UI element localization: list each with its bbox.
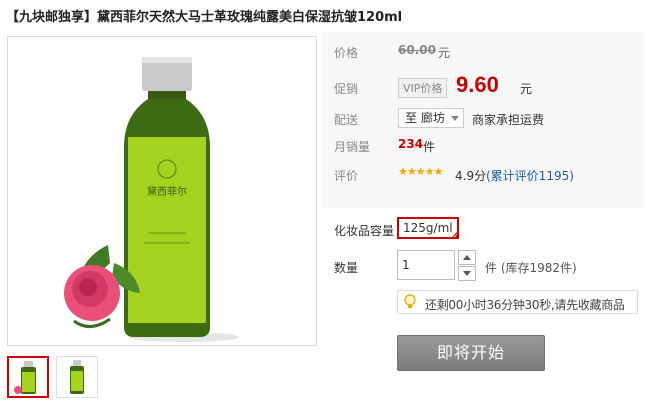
rating-stars-icon: ★★★★★	[398, 165, 443, 178]
product-title: 【九块邮独享】黛西菲尔天然大马士革玫瑰纯露美白保湿抗皱120ml	[6, 10, 403, 25]
rating-score: 4.9分	[455, 169, 487, 183]
triangle-up-icon	[463, 255, 471, 260]
shipping-destination-value: 至 廊坊	[405, 111, 445, 125]
thumbnail-2[interactable]	[56, 356, 98, 398]
triangle-down-icon	[463, 271, 471, 276]
stock-text: 件 (库存1982件)	[485, 261, 577, 275]
monthly-sales-label: 月销量	[334, 140, 371, 154]
sku-option-125ml[interactable]: 125g/ml ✓	[397, 217, 459, 240]
original-price-unit: 元	[438, 46, 451, 60]
quantity-decrease-button[interactable]	[458, 266, 476, 281]
original-price: 60.00	[398, 43, 436, 57]
price-info-panel: 价格 60.00 元 促销 VIP价格 9.60 元 配送 至 廊坊 商家承担运…	[322, 32, 644, 208]
quantity-input[interactable]	[397, 250, 455, 280]
price-label: 价格	[334, 46, 359, 60]
bottle-image: 黛西菲尔	[64, 57, 239, 342]
review-count-link[interactable]: (累计评价1195)	[486, 167, 574, 184]
lightbulb-icon	[404, 294, 416, 308]
sku-label: 化妆品容量	[334, 224, 395, 238]
chevron-down-icon	[451, 116, 459, 121]
countdown-notice-text: 还剩00小时36分钟30秒,请先收藏商品	[425, 298, 625, 312]
monthly-sales-unit: 件	[423, 140, 436, 154]
promo-label: 促销	[334, 82, 359, 96]
sku-option-text: 125g/ml	[403, 221, 453, 235]
quantity-increase-button[interactable]	[458, 250, 476, 265]
monthly-sales-count: 234	[398, 137, 424, 151]
countdown-notice: 还剩00小时36分钟30秒,请先收藏商品	[397, 290, 638, 314]
shipping-destination-select[interactable]: 至 廊坊	[398, 108, 464, 128]
vip-price-badge: VIP价格	[398, 78, 448, 98]
thumbnail-bottle-image	[14, 361, 36, 394]
quantity-label: 数量	[334, 261, 359, 275]
thumbnail-1[interactable]	[7, 356, 49, 398]
selected-check-icon: ✓	[449, 230, 459, 240]
thumbnail-bottle-image	[70, 360, 84, 394]
sale-price: 9.60	[456, 72, 499, 97]
shipping-label: 配送	[334, 113, 359, 127]
coming-soon-button[interactable]: 即将开始	[397, 335, 545, 371]
bottle-label-brand: 黛西菲尔	[147, 185, 187, 198]
rating-label: 评价	[334, 169, 359, 183]
sale-price-unit: 元	[520, 82, 533, 96]
product-main-image[interactable]: 黛西菲尔	[7, 36, 317, 346]
shipping-note: 商家承担运费	[472, 113, 545, 127]
